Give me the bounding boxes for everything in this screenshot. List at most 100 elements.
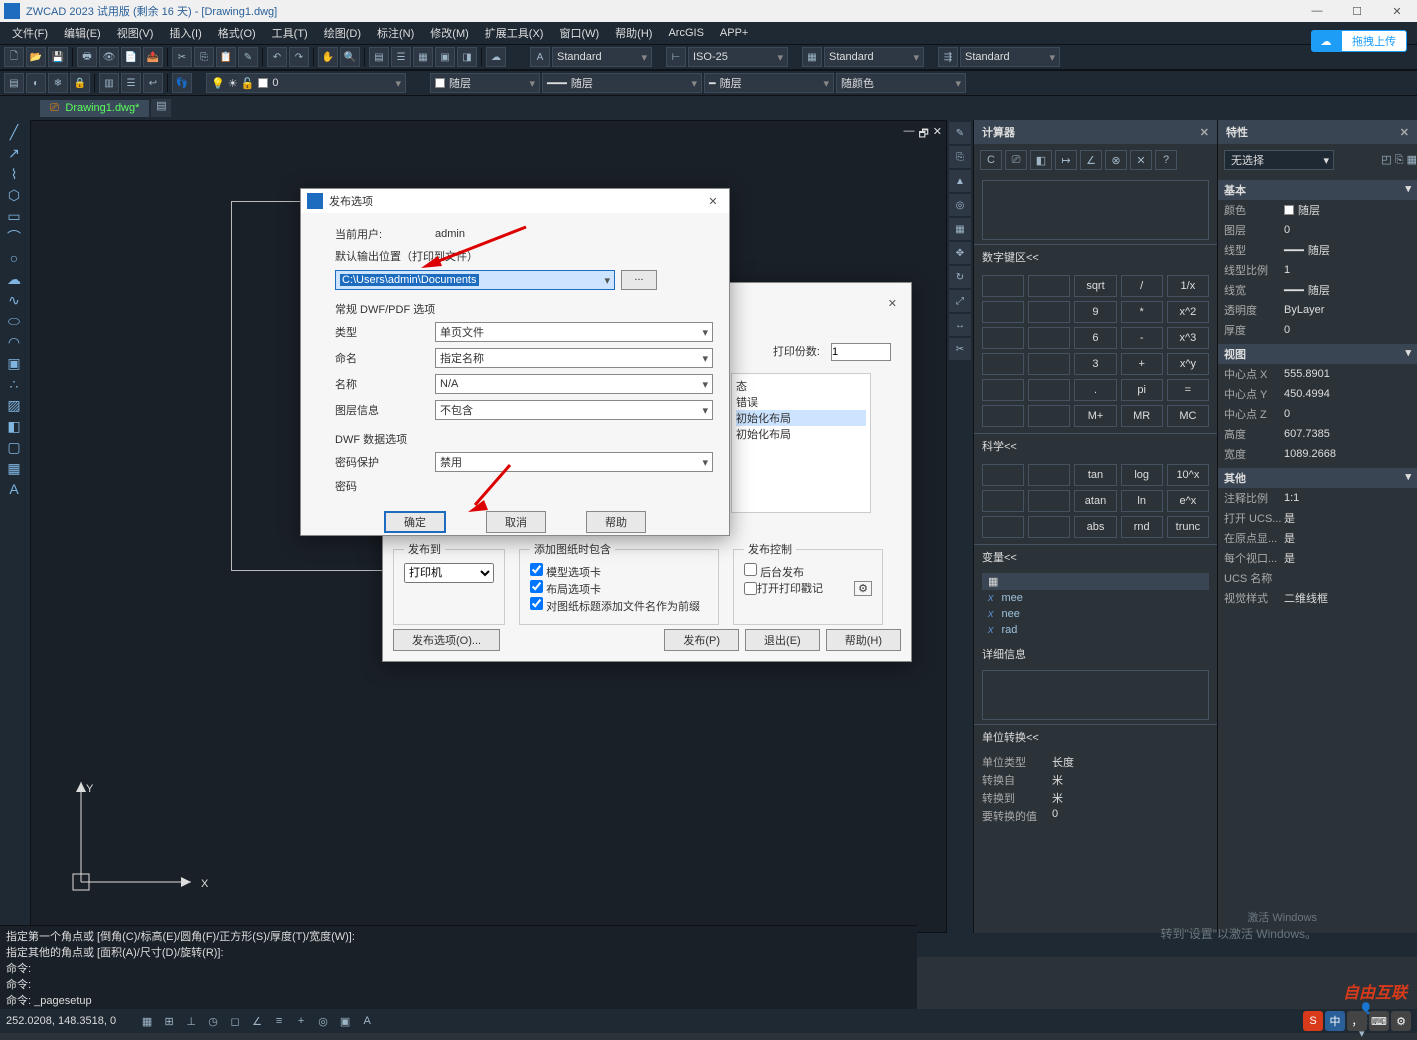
- chk-bg[interactable]: [744, 563, 757, 576]
- trim-icon[interactable]: ✂: [949, 338, 971, 360]
- calc-key[interactable]: [1028, 275, 1070, 297]
- calc-key-dot[interactable]: .: [1074, 379, 1116, 401]
- calc-key-ex[interactable]: e^x: [1167, 490, 1209, 512]
- menu-insert[interactable]: 插入(I): [161, 25, 209, 41]
- layer-combo[interactable]: 💡 ☀ 🔓 0: [206, 73, 406, 93]
- undo-icon[interactable]: ↶: [267, 47, 287, 67]
- lineweight-combo[interactable]: ━ 随层: [704, 73, 834, 93]
- zoom-icon[interactable]: 🔍: [340, 47, 360, 67]
- calc-key-pi[interactable]: pi: [1121, 379, 1163, 401]
- mlstyle-combo[interactable]: Standard: [960, 47, 1060, 67]
- stretch-icon[interactable]: ↔: [949, 314, 971, 336]
- point-icon[interactable]: ∴: [2, 374, 26, 394]
- calc-key-inv[interactable]: 1/x: [1167, 275, 1209, 297]
- naming-combo[interactable]: 指定名称: [435, 348, 713, 368]
- dyn-icon[interactable]: +: [290, 1011, 312, 1031]
- layer-mgr-icon[interactable]: ▤: [4, 73, 24, 93]
- snap-icon[interactable]: ▦: [136, 1011, 158, 1031]
- calc-key-rnd[interactable]: rnd: [1121, 516, 1163, 538]
- vp-restore-icon[interactable]: 🗗: [918, 125, 928, 144]
- table-icon[interactable]: ▦: [2, 458, 26, 478]
- doc-tab[interactable]: ⎚ Drawing1.dwg*: [40, 100, 149, 117]
- rotate-icon[interactable]: ↻: [949, 266, 971, 288]
- new-icon[interactable]: 🗋: [4, 47, 24, 67]
- calc-key-div[interactable]: /: [1121, 275, 1163, 297]
- gradient-icon[interactable]: ◧: [2, 416, 26, 436]
- layer-state-icon[interactable]: ☰: [121, 73, 141, 93]
- pan-icon[interactable]: ✋: [318, 47, 338, 67]
- calc-var-tree[interactable]: ▦: [982, 573, 1209, 590]
- pline-icon[interactable]: ⌇: [2, 164, 26, 184]
- otrack-icon[interactable]: ∠: [246, 1011, 268, 1031]
- copy2-icon[interactable]: ⎘: [949, 146, 971, 168]
- calc-int-icon[interactable]: ⊗: [1105, 150, 1127, 170]
- layer-prev-icon[interactable]: ↩: [143, 73, 163, 93]
- calc-key[interactable]: [982, 379, 1024, 401]
- calc-var-row[interactable]: xmee: [982, 590, 1209, 606]
- calc-help-icon[interactable]: ?: [1155, 150, 1177, 170]
- arc-icon[interactable]: ⌒: [2, 227, 26, 247]
- calc-key-mr[interactable]: MR: [1121, 405, 1163, 427]
- props-selection-combo[interactable]: 无选择: [1224, 150, 1334, 170]
- menu-view[interactable]: 视图(V): [109, 25, 162, 41]
- textstyle-combo[interactable]: Standard: [552, 47, 652, 67]
- polar-icon[interactable]: ◷: [202, 1011, 224, 1031]
- calc-key-3[interactable]: 3: [1074, 353, 1116, 375]
- menu-arcgis[interactable]: ArcGIS: [660, 27, 711, 39]
- layer-walk-icon[interactable]: 👣: [172, 73, 192, 93]
- block-icon[interactable]: ▣: [2, 353, 26, 373]
- ime-kb-icon[interactable]: ⌨: [1369, 1011, 1389, 1031]
- osnap-icon[interactable]: ◻: [224, 1011, 246, 1031]
- pub-button[interactable]: 发布(P): [664, 629, 739, 651]
- ime-set-icon[interactable]: ⚙: [1391, 1011, 1411, 1031]
- pub-opts-button[interactable]: 发布选项(O)...: [393, 629, 500, 651]
- calc-key-mc[interactable]: MC: [1167, 405, 1209, 427]
- calc-unit-header[interactable]: 单位转换<<: [974, 724, 1217, 749]
- copies-input[interactable]: [831, 343, 891, 361]
- dimstyle-combo[interactable]: ISO-25: [688, 47, 788, 67]
- pubto-combo[interactable]: 打印机: [404, 563, 494, 583]
- vp-close-icon[interactable]: ✕: [933, 125, 942, 144]
- plotstyle-combo[interactable]: 随颜色: [836, 73, 966, 93]
- lwt-icon[interactable]: ≡: [268, 1011, 290, 1031]
- calc-key-abs[interactable]: abs: [1074, 516, 1116, 538]
- calc-key[interactable]: [1028, 327, 1070, 349]
- menu-format[interactable]: 格式(O): [210, 25, 264, 41]
- calc-x-icon[interactable]: ✕: [1130, 150, 1152, 170]
- calc-ang-icon[interactable]: ∠: [1080, 150, 1102, 170]
- output-path-combo[interactable]: C:\Users\admin\Documents: [335, 270, 615, 290]
- calc-key[interactable]: [1028, 405, 1070, 427]
- calc-key[interactable]: [982, 275, 1024, 297]
- props-icon[interactable]: ☰: [391, 47, 411, 67]
- textstyle-icon[interactable]: A: [530, 47, 550, 67]
- menu-dim[interactable]: 标注(N): [369, 25, 422, 41]
- tablestyle-combo[interactable]: Standard: [824, 47, 924, 67]
- maximize-button[interactable]: ☐: [1341, 5, 1373, 18]
- chk-prefix[interactable]: [530, 597, 543, 610]
- scale-icon[interactable]: ⤢: [949, 290, 971, 312]
- save-icon[interactable]: 💾: [48, 47, 68, 67]
- linetype-combo[interactable]: ━━━ 随层: [542, 73, 702, 93]
- props-close-icon[interactable]: ✕: [1400, 126, 1409, 139]
- rectangle-icon[interactable]: ▭: [2, 206, 26, 226]
- menu-window[interactable]: 窗口(W): [551, 25, 607, 41]
- preview-icon[interactable]: 👁: [99, 47, 119, 67]
- calc-key-9[interactable]: 9: [1074, 301, 1116, 323]
- type-combo[interactable]: 单页文件: [435, 322, 713, 342]
- calc-key-sqrt[interactable]: sqrt: [1074, 275, 1116, 297]
- calc-hist-icon[interactable]: ⎚: [1005, 150, 1027, 170]
- tp-icon[interactable]: ▣: [435, 47, 455, 67]
- stamp-settings-icon[interactable]: ⚙: [854, 581, 872, 596]
- chk-layout[interactable]: [530, 580, 543, 593]
- layer-freeze-icon[interactable]: ❄: [48, 73, 68, 93]
- close-button[interactable]: ✕: [1381, 5, 1413, 18]
- calc-key-pow[interactable]: x^y: [1167, 353, 1209, 375]
- ellipse-icon[interactable]: ⬭: [2, 311, 26, 331]
- calc-key[interactable]: [982, 327, 1024, 349]
- calc-key-cube[interactable]: x^3: [1167, 327, 1209, 349]
- cycle-icon[interactable]: ◎: [312, 1011, 334, 1031]
- calc-key[interactable]: [1028, 379, 1070, 401]
- array-icon[interactable]: ▦: [949, 218, 971, 240]
- ime-punct-icon[interactable]: ，: [1347, 1011, 1367, 1031]
- exit-button[interactable]: 退出(E): [745, 629, 820, 651]
